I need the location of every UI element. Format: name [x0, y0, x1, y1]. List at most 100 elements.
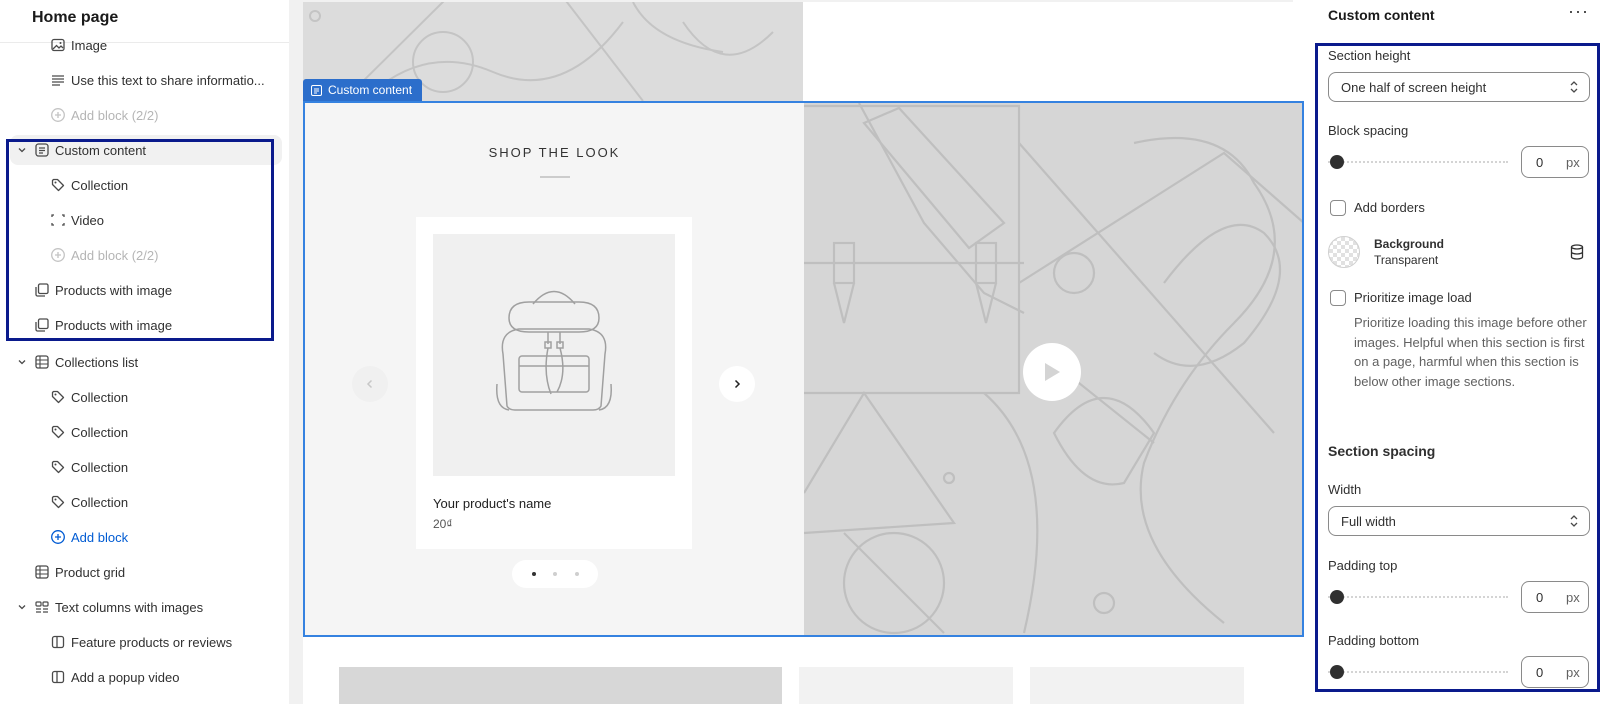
tag-icon	[51, 390, 65, 404]
sidebar-item-collection[interactable]: Collection	[0, 170, 289, 200]
sidebar-item-text-columns[interactable]: Text columns with images	[0, 592, 289, 622]
tag-icon	[51, 425, 65, 439]
product-image-placeholder	[433, 234, 675, 476]
unit-label: px	[1566, 155, 1580, 170]
section-icon	[311, 85, 322, 96]
width-value: Full width	[1341, 514, 1396, 529]
sidebar-item-collection[interactable]: Collection	[0, 487, 289, 517]
chevron-down-icon[interactable]	[16, 356, 28, 368]
products-icon	[35, 283, 49, 297]
sidebar-item-product-grid[interactable]: Product grid	[0, 557, 289, 587]
play-icon	[1045, 363, 1060, 381]
width-select[interactable]: Full width	[1328, 506, 1590, 536]
sidebar-item-collections-list[interactable]: Collections list	[0, 347, 289, 377]
block-spacing-label: Block spacing	[1328, 123, 1409, 138]
database-icon[interactable]	[1570, 244, 1584, 260]
chevron-down-icon[interactable]	[16, 144, 28, 156]
sidebar-item-video[interactable]: Video	[0, 205, 289, 235]
slider-track	[1328, 596, 1508, 598]
sidebar-item-text[interactable]: Use this text to share informatio...	[0, 65, 289, 95]
sidebar-item-collection[interactable]: Collection	[0, 382, 289, 412]
video-placeholder[interactable]	[804, 103, 1302, 635]
tag-icon	[51, 178, 65, 192]
sidebar-item-label: Feature products or reviews	[71, 635, 233, 650]
sidebar-item-label: Collection	[71, 390, 129, 405]
settings-title: Custom content	[1328, 7, 1435, 23]
padding-top-value: 0	[1536, 590, 1544, 605]
sidebar-item-label: Text columns with images	[55, 600, 204, 615]
sidebar-item-label: Collections list	[55, 355, 139, 370]
slider-thumb[interactable]	[1330, 590, 1344, 604]
placeholder-strip	[1030, 667, 1244, 704]
prioritize-image-load-label: Prioritize image load	[1354, 290, 1472, 305]
sidebar-item-label: Collection	[71, 178, 129, 193]
sidebar-item-label: Products with image	[55, 283, 173, 298]
sidebar-item-collection[interactable]: Collection	[0, 417, 289, 447]
list-icon	[35, 565, 49, 579]
chevron-right-icon	[734, 379, 741, 389]
carousel-dot-active[interactable]	[532, 572, 536, 576]
slider-thumb[interactable]	[1330, 665, 1344, 679]
sidebar-item-feature-products[interactable]: Feature products or reviews	[0, 627, 289, 657]
carousel-dot[interactable]	[575, 572, 579, 576]
sidebar-item-label: Custom content	[55, 143, 147, 158]
tag-icon	[51, 495, 65, 509]
placeholder-strip	[799, 667, 1013, 704]
carousel-dot[interactable]	[553, 572, 557, 576]
sidebar-item-products-with-image[interactable]: Products with image	[0, 310, 289, 340]
settings-panel: Custom content ··· Section height One ha…	[1316, 0, 1600, 704]
sidebar-item-label: Product grid	[55, 565, 126, 580]
padding-top-label: Padding top	[1328, 558, 1398, 573]
product-name: Your product's name	[433, 496, 552, 511]
sidebar-item-label: Image	[71, 38, 108, 53]
select-arrows-icon	[1570, 515, 1578, 527]
shop-the-look-title: SHOP THE LOOK	[488, 145, 621, 160]
section-height-select[interactable]: One half of screen height	[1328, 72, 1590, 102]
carousel-next-button[interactable]	[719, 366, 755, 402]
more-actions-icon[interactable]: ···	[1568, 2, 1588, 22]
prioritize-image-load-checkbox[interactable]	[1330, 290, 1346, 306]
background-title: Background	[1374, 237, 1445, 251]
padding-bottom-input[interactable]: 0 px	[1521, 656, 1589, 688]
list-icon	[35, 355, 49, 369]
carousel-prev-button[interactable]	[352, 366, 388, 402]
background-color-swatch[interactable]	[1328, 236, 1360, 268]
add-block-button-disabled: Add block (2/2)	[0, 240, 289, 270]
block-spacing-input[interactable]: 0 px	[1521, 146, 1589, 178]
video-play-button[interactable]	[1023, 343, 1081, 401]
chevron-down-icon[interactable]	[16, 601, 28, 613]
sidebar-item-popup-video[interactable]: Add a popup video	[0, 662, 289, 692]
sidebar-item-label: Add block (2/2)	[71, 248, 159, 263]
image-icon	[51, 38, 65, 52]
sidebar-item-label: Collection	[71, 425, 129, 440]
add-borders-label: Add borders	[1354, 200, 1425, 215]
custom-content-section[interactable]: SHOP THE LOOK Your product's name 20₫	[303, 101, 1304, 637]
prioritize-help-text: Prioritize loading this image before oth…	[1354, 315, 1587, 389]
width-label: Width	[1328, 482, 1362, 497]
section-spacing-heading: Section spacing	[1328, 443, 1436, 459]
padding-bottom-label: Padding bottom	[1328, 633, 1420, 648]
carousel-pagination	[512, 560, 598, 588]
sidebar-item-products-with-image[interactable]: Products with image	[0, 275, 289, 305]
background-value: Transparent	[1374, 253, 1439, 267]
chevron-left-icon	[366, 379, 373, 389]
padding-top-input[interactable]: 0 px	[1521, 581, 1589, 613]
column-icon	[51, 635, 65, 649]
sidebar-item-custom-content[interactable]: Custom content	[10, 135, 282, 165]
padding-top-slider[interactable]	[1328, 589, 1508, 605]
slider-thumb[interactable]	[1330, 155, 1344, 169]
section-height-label: Section height	[1328, 48, 1411, 63]
sidebar-item-label: Collection	[71, 460, 129, 475]
sidebar-item-label: Collection	[71, 495, 129, 510]
padding-bottom-slider[interactable]	[1328, 664, 1508, 680]
block-spacing-value: 0	[1536, 155, 1544, 170]
sidebar-item-image[interactable]: Image	[0, 30, 289, 60]
section-tag[interactable]: Custom content	[303, 79, 423, 101]
sidebar-item-collection[interactable]: Collection	[0, 452, 289, 482]
add-borders-checkbox[interactable]	[1330, 200, 1346, 216]
add-block-button[interactable]: Add block	[0, 522, 289, 552]
block-spacing-slider[interactable]	[1328, 154, 1508, 170]
plus-circle-icon	[51, 530, 65, 544]
custom-content-icon	[35, 143, 49, 157]
product-card[interactable]: Your product's name 20₫	[416, 217, 692, 549]
